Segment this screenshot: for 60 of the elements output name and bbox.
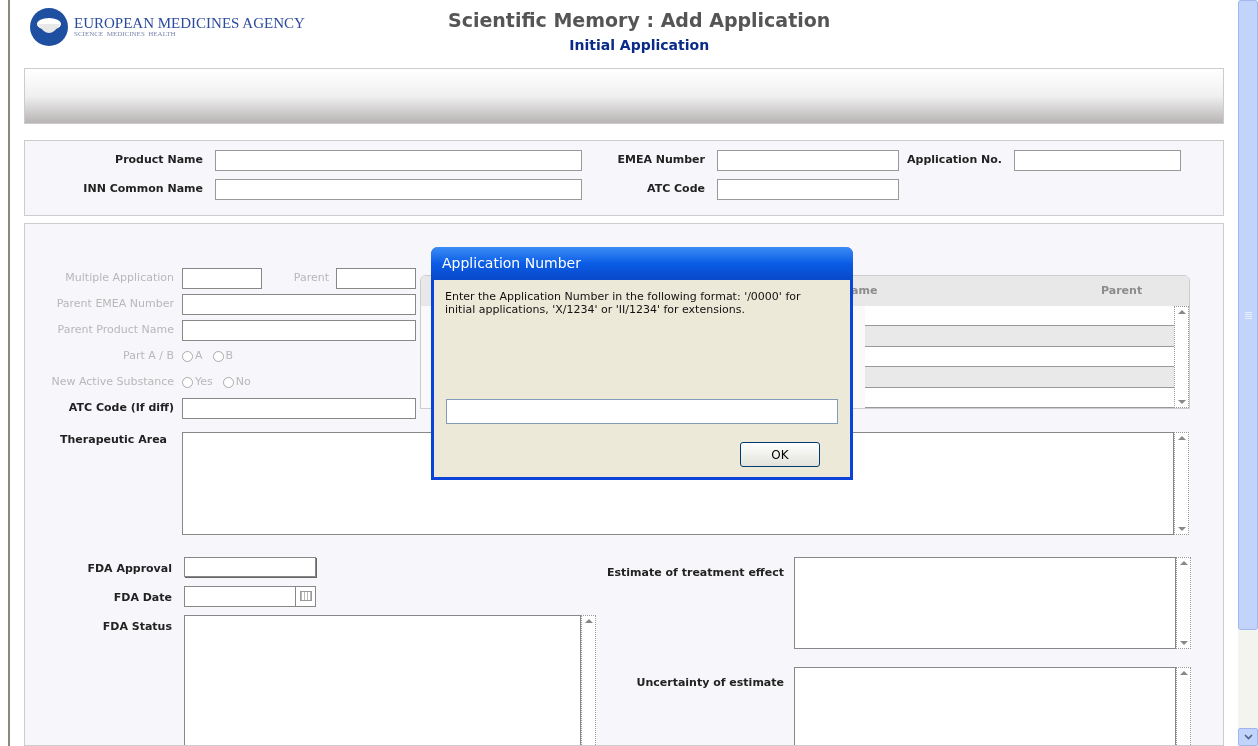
grid-row[interactable] xyxy=(865,326,1174,347)
field-label: Multiple Application xyxy=(64,269,175,286)
up-arrow-icon[interactable] xyxy=(1179,561,1188,565)
text-field[interactable] xyxy=(182,397,416,419)
down-arrow-icon[interactable] xyxy=(1177,527,1186,531)
field-label: FDA Approval xyxy=(86,561,173,577)
dialog-message: Enter the Application Number in the following format: '/0000' for initial applications, 'X/1234' or 'II/1234' for extensions. xyxy=(444,289,802,316)
chevron-down-icon xyxy=(1243,734,1253,740)
scroll-strip[interactable] xyxy=(1174,432,1189,535)
up-arrow-icon[interactable] xyxy=(1177,436,1186,440)
field-label: Uncertainty of estimate xyxy=(635,675,785,691)
agency-logo-icon xyxy=(30,8,68,46)
text-field[interactable] xyxy=(184,557,316,577)
field-label: Parent Product Name xyxy=(56,321,175,338)
field-label: Part A / B xyxy=(122,347,175,364)
column-header[interactable]: Parent xyxy=(1101,282,1171,300)
up-arrow-icon[interactable] xyxy=(584,618,593,623)
field-label: INN Common Name xyxy=(82,181,204,198)
application-number-field[interactable] xyxy=(446,399,838,424)
scroll-strip[interactable] xyxy=(1174,306,1189,408)
text-field[interactable] xyxy=(717,150,899,171)
field-label: EMEA Number xyxy=(616,152,706,169)
grid-row[interactable] xyxy=(865,346,1174,368)
text-field[interactable] xyxy=(1014,150,1181,171)
field-label: FDA Date xyxy=(112,589,173,606)
field-label: Estimate of treatment effect xyxy=(606,565,785,581)
date-field[interactable] xyxy=(184,585,316,607)
text-field[interactable] xyxy=(215,179,582,200)
field-label: ATC Code xyxy=(645,181,706,198)
field-label: New Active Substance xyxy=(50,373,175,390)
field-label: Therapeutic Area xyxy=(59,432,168,448)
ok-button[interactable]: OK xyxy=(740,442,820,467)
text-field[interactable] xyxy=(717,179,899,200)
field-label: ATC Code (If diff) xyxy=(67,399,175,416)
calendar-icon[interactable] xyxy=(295,586,315,606)
field-label: Parent xyxy=(292,269,330,286)
down-arrow-icon[interactable] xyxy=(1179,641,1188,645)
field-label: Product Name xyxy=(114,152,204,169)
grid-row[interactable] xyxy=(865,387,1174,409)
scroll-strip[interactable] xyxy=(1176,667,1191,745)
field-label: Application No. xyxy=(906,152,1003,169)
scroll-strip[interactable] xyxy=(1176,557,1191,649)
scroll-strip[interactable] xyxy=(581,614,596,745)
grip-icon xyxy=(1244,311,1252,319)
grid-row[interactable] xyxy=(865,367,1174,388)
dialog-title: Application Number xyxy=(442,254,581,273)
agency-name: EUROPEAN MEDICINES AGENCY xyxy=(74,16,305,31)
up-arrow-icon[interactable] xyxy=(1177,310,1186,314)
text-field[interactable] xyxy=(215,150,582,171)
page-subtitle: Initial Application xyxy=(569,35,710,55)
up-arrow-icon[interactable] xyxy=(1179,671,1188,675)
grid-row[interactable] xyxy=(865,306,1174,327)
field-label: FDA Status xyxy=(101,618,173,635)
scroll-down-button[interactable] xyxy=(1238,728,1258,746)
field-label: Parent EMEA Number xyxy=(55,295,175,312)
scrollbar[interactable] xyxy=(1238,0,1258,746)
text-area[interactable] xyxy=(794,557,1176,649)
down-arrow-icon[interactable] xyxy=(1177,400,1186,404)
page-title: Scientific Memory : Add Application xyxy=(448,8,831,33)
scrollbar-thumb[interactable] xyxy=(1238,0,1258,630)
